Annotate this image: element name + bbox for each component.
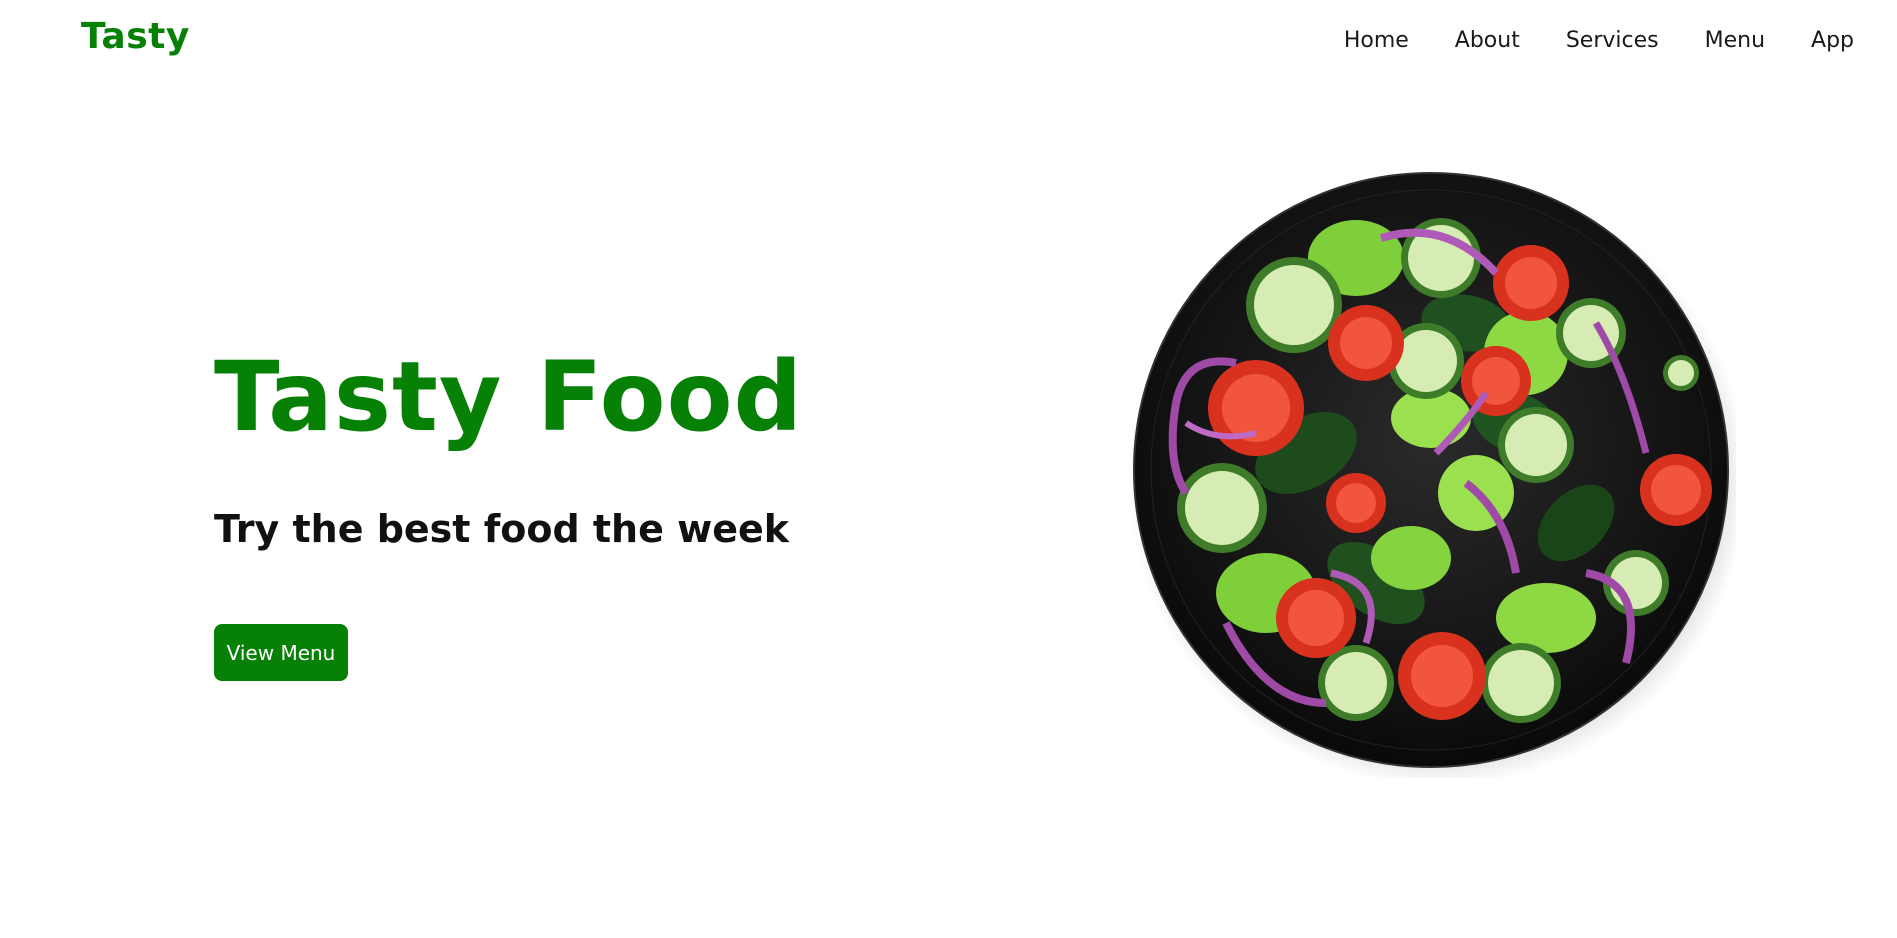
nav-link-menu[interactable]: Menu <box>1705 28 1765 53</box>
nav-item-services: Services <box>1566 28 1659 53</box>
hero-text-block: Tasty Food Try the best food the week <box>214 341 854 551</box>
site-header: Tasty Home About Services Menu App <box>0 0 1897 90</box>
salad-bowl-image <box>1128 172 1736 778</box>
logo[interactable]: Tasty <box>81 16 190 57</box>
nav-item-app: App <box>1811 28 1854 53</box>
nav-item-about: About <box>1455 28 1520 53</box>
hero-title: Tasty Food <box>214 341 804 453</box>
nav-item-home: Home <box>1344 28 1409 53</box>
nav-item-menu: Menu <box>1705 28 1765 53</box>
nav-link-home[interactable]: Home <box>1344 28 1409 53</box>
view-menu-button[interactable]: View Menu <box>214 624 348 681</box>
nav-link-services[interactable]: Services <box>1566 28 1659 53</box>
nav-link-app[interactable]: App <box>1811 28 1854 53</box>
nav-link-about[interactable]: About <box>1455 28 1520 53</box>
main-navigation: Home About Services Menu App <box>1344 28 1854 53</box>
hero-subtitle: Try the best food the week <box>214 506 790 551</box>
